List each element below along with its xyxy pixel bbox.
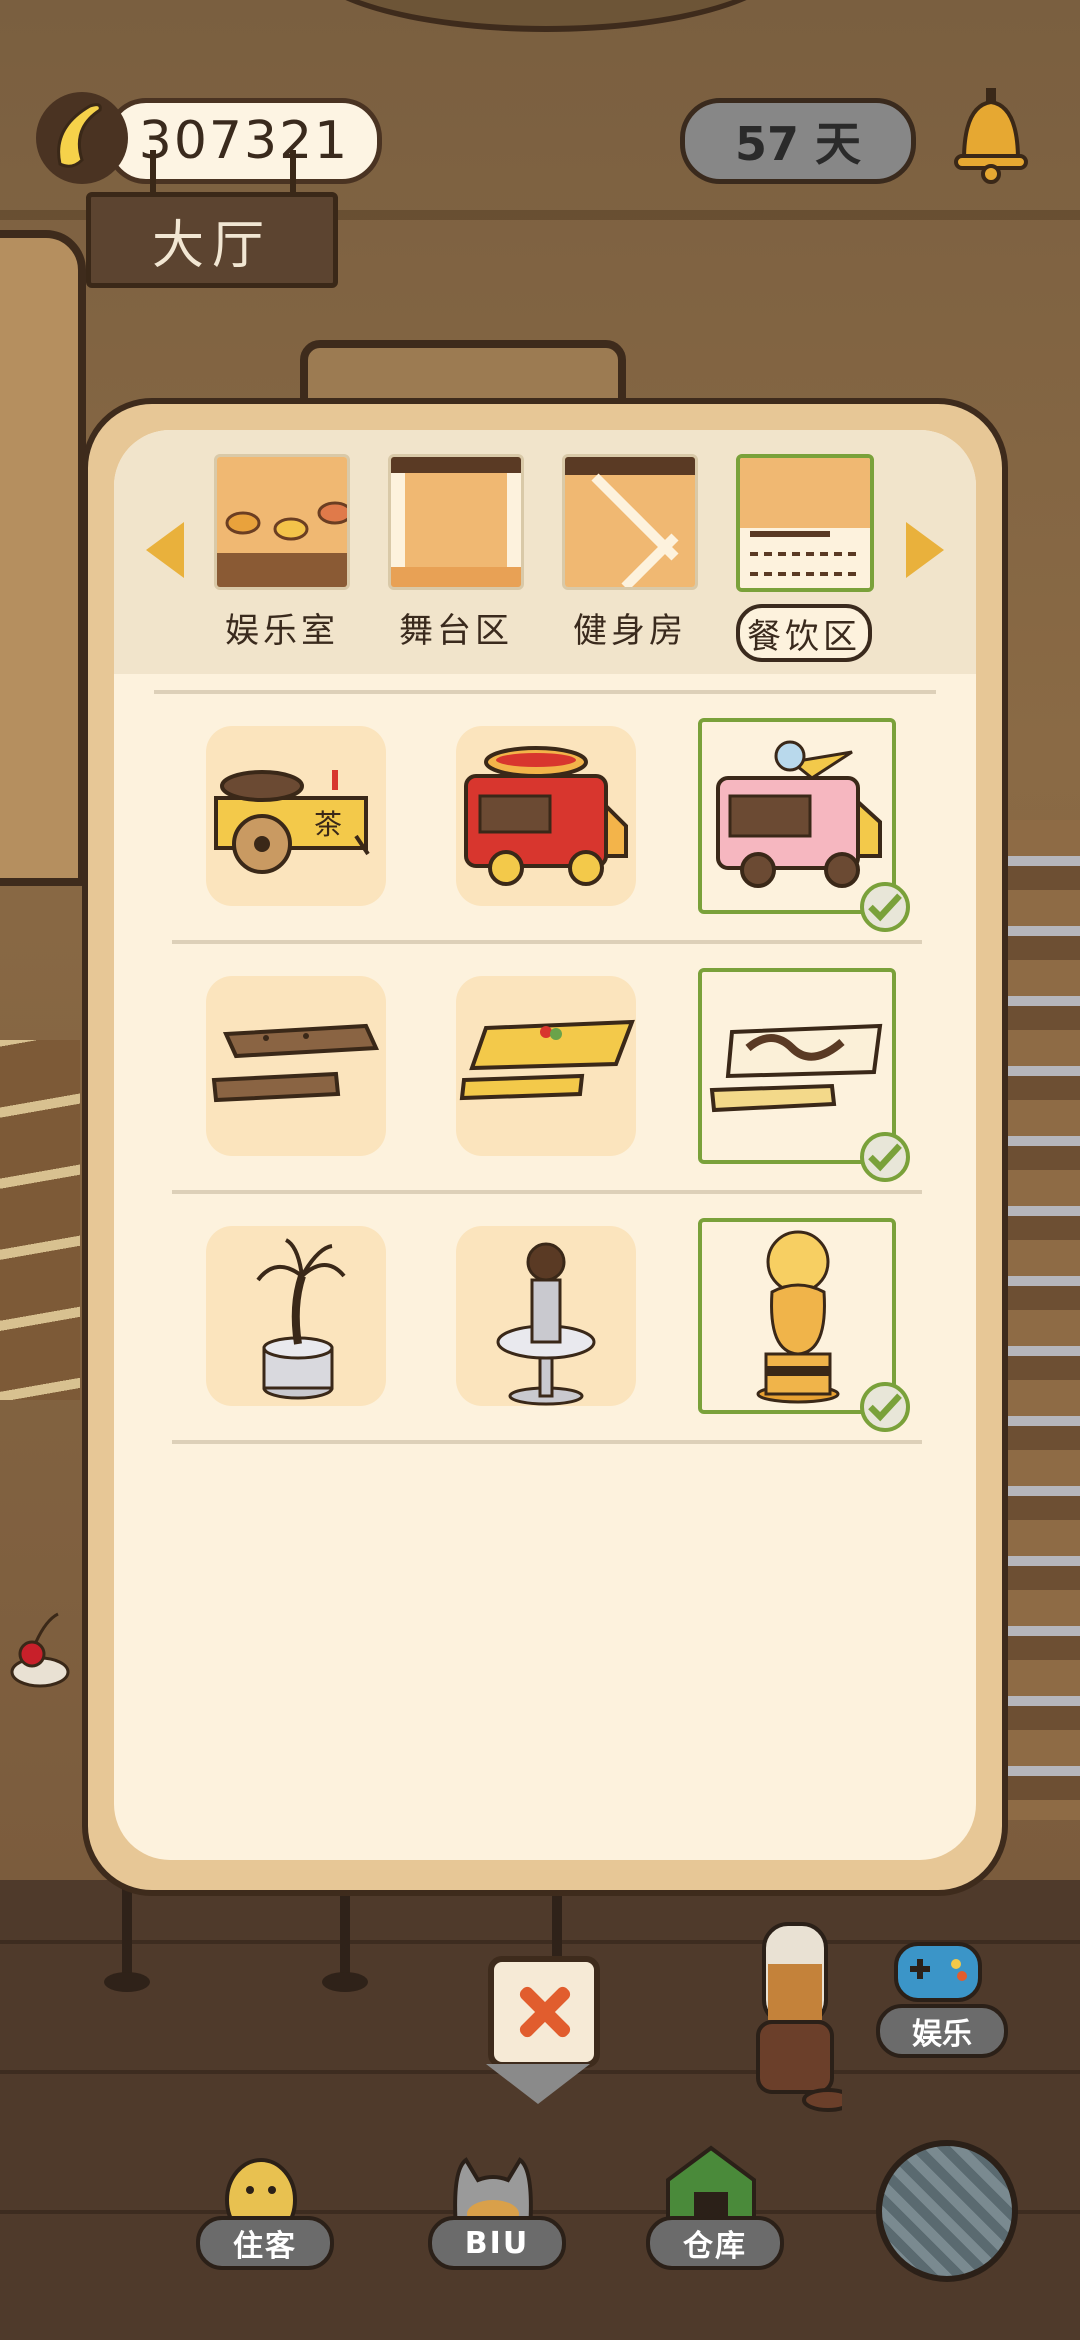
days-counter: 57 天	[680, 98, 916, 184]
row-divider	[172, 1190, 922, 1194]
nav-label: BIU	[428, 2216, 566, 2270]
tab-thumbnail	[388, 454, 524, 590]
entertainment-button[interactable]: 娱乐	[876, 1934, 1008, 2058]
down-triangle-icon	[486, 2064, 590, 2104]
category-tabs: 娱乐室 舞台区 健身房 餐饮区	[114, 430, 976, 674]
coin-amount: 307321	[106, 98, 382, 184]
yarn-ball-button[interactable]	[876, 2140, 1018, 2282]
item-chocolate-fountain[interactable]	[456, 1226, 636, 1406]
bell-icon[interactable]	[950, 86, 1032, 186]
item-palm-tree-statue[interactable]	[206, 1226, 386, 1406]
nav-label: 住客	[196, 2216, 334, 2270]
banana-icon	[36, 92, 128, 184]
section-divider	[154, 690, 936, 694]
close-button[interactable]	[488, 1956, 600, 2068]
item-golden-statue[interactable]	[698, 1218, 910, 1432]
item-hotdog-truck[interactable]	[456, 726, 636, 906]
tab-label: 舞台区	[399, 610, 513, 651]
owned-check-icon	[860, 1382, 910, 1432]
entertainment-label: 娱乐	[876, 2004, 1008, 2058]
tab-thumbnail	[214, 454, 350, 590]
item-tea-cart[interactable]: 茶	[206, 726, 386, 906]
nav-biu[interactable]: BIU	[428, 2140, 566, 2270]
item-ice-cream-truck[interactable]	[698, 718, 910, 932]
tab-entertainment-room[interactable]: 娱乐室	[214, 454, 350, 652]
cherry-cake-icon	[10, 1612, 70, 1688]
food-dispenser	[756, 1922, 842, 2112]
next-arrow-icon[interactable]	[906, 522, 944, 578]
left-window	[0, 230, 86, 886]
tab-gym[interactable]: 健身房	[562, 454, 698, 652]
table-foot	[322, 1972, 368, 1992]
item-chocolate-bench[interactable]	[206, 976, 386, 1156]
tab-label: 健身房	[573, 610, 687, 651]
tab-dining-area[interactable]: 餐饮区	[736, 454, 874, 662]
nav-label: 仓库	[646, 2216, 784, 2270]
prev-arrow-icon[interactable]	[146, 522, 184, 578]
room-name-sign: 大厅	[86, 192, 338, 288]
row-divider	[172, 940, 922, 944]
table-foot	[104, 1972, 150, 1992]
item-cream-table[interactable]	[456, 976, 636, 1156]
tab-thumbnail	[562, 454, 698, 590]
row-divider	[172, 1440, 922, 1444]
owned-check-icon	[860, 1132, 910, 1182]
nav-warehouse[interactable]: 仓库	[646, 2140, 784, 2270]
tab-label: 娱乐室	[225, 610, 339, 651]
gamepad-icon	[894, 1942, 982, 2002]
tab-stage-area[interactable]: 舞台区	[388, 454, 524, 652]
coin-counter: 307321	[36, 92, 382, 184]
nav-guests[interactable]: 住客	[196, 2140, 334, 2270]
close-icon	[516, 1984, 572, 2040]
tea-sign: 茶	[314, 808, 342, 841]
tab-thumbnail	[736, 454, 874, 592]
left-shelf	[0, 1040, 80, 1400]
item-chocolate-cream-bench[interactable]	[698, 968, 910, 1182]
tab-label: 餐饮区	[736, 604, 872, 662]
panel-content: 娱乐室 舞台区 健身房 餐饮区 茶	[114, 430, 976, 1860]
owned-check-icon	[860, 882, 910, 932]
furniture-panel: 娱乐室 舞台区 健身房 餐饮区 茶	[82, 398, 1008, 1896]
